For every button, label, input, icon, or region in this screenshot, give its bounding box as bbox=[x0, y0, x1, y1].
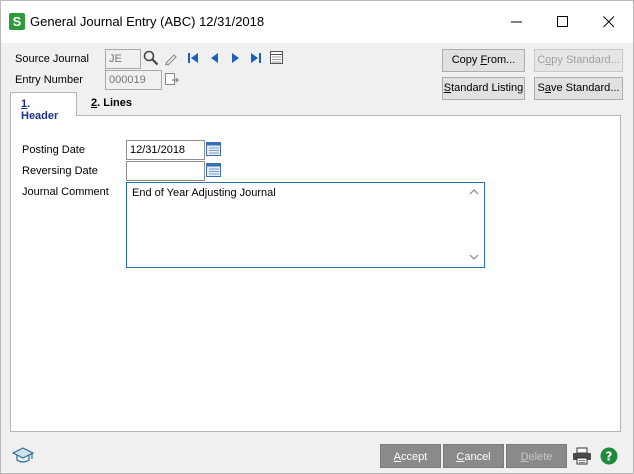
scroll-up-icon[interactable] bbox=[467, 187, 481, 197]
sage-logo-icon: S bbox=[9, 13, 25, 30]
scroll-down-icon[interactable] bbox=[467, 252, 481, 262]
close-icon bbox=[603, 16, 615, 28]
posting-date-label: Posting Date bbox=[22, 144, 85, 156]
next-record-icon[interactable] bbox=[231, 52, 241, 64]
posting-date-field[interactable]: 12/31/2018 bbox=[126, 140, 205, 160]
save-standard-label-post: ve Standard... bbox=[550, 82, 620, 94]
accept-button[interactable]: Accept bbox=[380, 444, 441, 468]
tab-header-label: . Header bbox=[21, 98, 59, 122]
last-record-icon[interactable] bbox=[250, 52, 262, 64]
delete-label-post: elete bbox=[528, 451, 553, 463]
accept-label-post: ccept bbox=[401, 451, 428, 463]
copy-standard-label-post: py Standard... bbox=[551, 54, 620, 66]
cancel-label-post: ancel bbox=[464, 451, 491, 463]
tab-header[interactable]: 1. Header bbox=[10, 92, 77, 122]
source-journal-label: Source Journal bbox=[15, 53, 89, 65]
list-icon[interactable] bbox=[270, 51, 284, 65]
entry-number-label: Entry Number bbox=[15, 74, 83, 86]
reversing-date-calendar-icon[interactable] bbox=[206, 162, 222, 178]
accept-label-key: A bbox=[393, 451, 402, 463]
tab-lines[interactable]: 2. Lines bbox=[81, 92, 143, 116]
standard-listing-label-post: tandard Listing bbox=[451, 82, 524, 94]
journal-comment-field[interactable]: End of Year Adjusting Journal bbox=[126, 182, 485, 268]
copy-from-label-pre: Copy bbox=[451, 54, 481, 66]
header-panel bbox=[10, 115, 621, 432]
title-bar: S General Journal Entry (ABC) 12/31/2018 bbox=[1, 1, 633, 43]
previous-record-icon[interactable] bbox=[209, 52, 219, 64]
maximize-icon bbox=[557, 16, 568, 27]
standard-listing-button[interactable]: Standard Listing bbox=[442, 77, 525, 100]
tab-lines-label: . Lines bbox=[97, 97, 132, 109]
reversing-date-field[interactable] bbox=[126, 161, 205, 181]
delete-button[interactable]: Delete bbox=[506, 444, 567, 468]
copy-from-button[interactable]: Copy From... bbox=[442, 49, 525, 72]
source-journal-field[interactable]: JE bbox=[105, 49, 141, 69]
standard-listing-label-key: S bbox=[443, 82, 452, 94]
next-number-icon[interactable] bbox=[164, 72, 180, 88]
svg-text:?: ? bbox=[606, 450, 613, 464]
copy-from-label-post: rom... bbox=[487, 54, 516, 66]
maximize-button[interactable] bbox=[540, 5, 586, 39]
journal-comment-label: Journal Comment bbox=[22, 186, 109, 198]
delete-label-key: D bbox=[520, 451, 529, 463]
save-standard-label-pre: S bbox=[537, 82, 545, 94]
entry-number-field[interactable]: 000019 bbox=[105, 70, 162, 90]
first-record-icon[interactable] bbox=[187, 52, 199, 64]
help-icon[interactable]: ? bbox=[600, 447, 618, 465]
minimize-button[interactable] bbox=[494, 5, 540, 39]
minimize-icon bbox=[511, 21, 522, 23]
search-icon[interactable] bbox=[143, 50, 159, 66]
journal-entry-window: S General Journal Entry (ABC) 12/31/2018… bbox=[0, 0, 634, 474]
pencil-icon[interactable] bbox=[163, 51, 179, 66]
copy-standard-button[interactable]: Copy Standard... bbox=[534, 49, 623, 72]
graduation-cap-icon[interactable] bbox=[12, 446, 34, 466]
posting-date-calendar-icon[interactable] bbox=[206, 141, 222, 157]
copy-standard-label-pre: C bbox=[537, 54, 546, 66]
printer-icon[interactable] bbox=[572, 447, 592, 465]
close-button[interactable] bbox=[586, 5, 632, 39]
cancel-button[interactable]: Cancel bbox=[443, 444, 504, 468]
save-standard-button[interactable]: Save Standard... bbox=[534, 77, 623, 100]
window-title: General Journal Entry (ABC) 12/31/2018 bbox=[30, 14, 265, 29]
reversing-date-label: Reversing Date bbox=[22, 165, 98, 177]
